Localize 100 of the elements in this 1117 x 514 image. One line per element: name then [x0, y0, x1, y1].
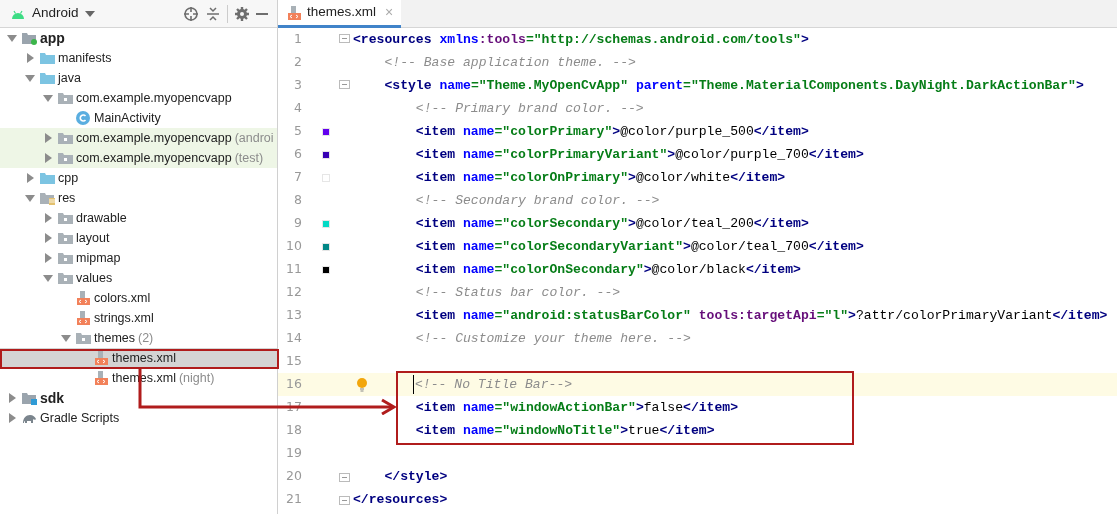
class-icon — [75, 110, 91, 126]
line-number: 11 — [285, 260, 302, 279]
xml-file-icon — [75, 290, 91, 306]
tree-item[interactable]: themes (2) — [0, 328, 277, 348]
code-text: <style name="Theme.MyOpenCvApp" parent="Theme.MaterialComponents.DayNight.DarkActionBar"> — [383, 76, 1084, 95]
line-number: 5 — [293, 122, 302, 141]
code-text: <!-- Status bar color. --> — [414, 283, 621, 302]
expand-arrow-icon[interactable] — [6, 392, 18, 404]
tree-item[interactable]: cpp — [0, 168, 277, 188]
code-text: <item name="colorPrimaryVariant">@color/purple_700</item> — [414, 145, 864, 164]
expand-arrow-icon[interactable] — [42, 132, 54, 144]
expand-arrow-icon[interactable] — [42, 252, 54, 264]
fold-marker-icon[interactable] — [338, 34, 350, 45]
caret-icon — [84, 10, 95, 17]
expand-arrow-icon[interactable] — [42, 212, 54, 224]
code-text: <!-- Primary brand color. --> — [414, 99, 644, 118]
fold-marker-icon[interactable] — [338, 80, 350, 91]
xml-file-icon — [75, 310, 91, 326]
expand-arrow-icon[interactable] — [6, 412, 18, 424]
line-number: 20 — [285, 467, 302, 486]
tree-item[interactable]: app — [0, 28, 277, 48]
tree-item[interactable]: manifests — [0, 48, 277, 68]
code-text: <item name="colorPrimary">@color/purple_500</item> — [414, 122, 809, 141]
expand-arrow-icon[interactable] — [42, 272, 54, 284]
color-swatch[interactable] — [322, 265, 330, 274]
minimize-icon — [256, 12, 268, 15]
code-text: <item name="colorOnPrimary">@color/white</item> — [414, 168, 786, 187]
item-annotation: (night) — [178, 369, 215, 387]
editor-tab[interactable]: themes.xml × — [278, 0, 402, 28]
expand-arrow-icon[interactable] — [24, 192, 36, 204]
tree-item[interactable]: com.example.myopencvapp (test) — [0, 148, 277, 168]
folder-icon — [57, 270, 73, 286]
tree-item[interactable]: Gradle Scripts — [0, 408, 277, 428]
folder-icon — [57, 150, 73, 166]
code-text: </style> — [383, 467, 448, 486]
expand-arrow-icon[interactable] — [42, 152, 54, 164]
line-number: 12 — [285, 283, 302, 302]
tree-item[interactable]: layout — [0, 228, 277, 248]
line-number: 9 — [293, 214, 302, 233]
expand-arrow-icon[interactable] — [60, 332, 72, 344]
code-text: <!-- Secondary brand color. --> — [414, 191, 660, 210]
folder-icon — [75, 330, 91, 346]
folder-icon — [57, 250, 73, 266]
xml-file-icon — [93, 370, 109, 386]
code-text: <item name="windowNoTitle">true</item> — [414, 421, 715, 440]
tree-item[interactable]: drawable — [0, 208, 277, 228]
line-number: 1 — [293, 30, 302, 49]
expand-arrow-icon[interactable] — [42, 232, 54, 244]
item-annotation: (test) — [234, 149, 264, 167]
collapse-icon — [205, 5, 221, 22]
lightbulb-icon[interactable] — [356, 376, 368, 393]
line-number: 21 — [285, 490, 302, 509]
item-annotation: (androi — [234, 129, 274, 147]
expand-arrow-icon[interactable] — [24, 172, 36, 184]
tree-item[interactable]: com.example.myopencvapp (androi — [0, 128, 277, 148]
expand-arrow-icon[interactable] — [24, 72, 36, 84]
fold-marker-icon[interactable] — [338, 494, 350, 505]
module-folder-icon — [21, 390, 37, 406]
line-number: 14 — [285, 329, 302, 348]
expand-arrow-icon[interactable] — [42, 92, 54, 104]
tree-item[interactable]: strings.xml — [0, 308, 277, 328]
tree-item[interactable]: mipmap — [0, 248, 277, 268]
expand-arrow-icon[interactable] — [6, 32, 18, 44]
line-number: 8 — [293, 191, 302, 210]
code-text: </resources> — [352, 490, 448, 509]
module-folder-icon — [21, 30, 37, 46]
folder-icon — [39, 170, 55, 186]
folder-icon — [57, 90, 73, 106]
xml-file-icon — [286, 4, 302, 21]
line-number: 16 — [285, 375, 302, 394]
tree-item[interactable]: com.example.myopencvapp — [0, 88, 277, 108]
color-swatch[interactable] — [322, 127, 330, 136]
tree-item[interactable]: res — [0, 188, 277, 208]
color-swatch[interactable] — [322, 242, 330, 251]
tree-item[interactable]: java — [0, 68, 277, 88]
code-text: <!-- Base application theme. --> — [383, 53, 636, 72]
folder-icon — [57, 130, 73, 146]
line-number: 3 — [293, 76, 302, 95]
color-swatch[interactable] — [322, 219, 330, 228]
line-number: 18 — [285, 421, 302, 440]
line-number: 13 — [285, 306, 302, 325]
tree-item[interactable]: values — [0, 268, 277, 288]
code-text: <!-- No Title Bar--> — [413, 374, 573, 395]
settings-icon — [234, 5, 250, 22]
resource-folder-icon — [39, 190, 55, 206]
fold-marker-icon[interactable] — [338, 471, 350, 482]
color-swatch[interactable] — [322, 173, 330, 182]
code-text: <!-- Customize your theme here. --> — [414, 329, 691, 348]
line-number: 19 — [285, 444, 302, 463]
folder-icon — [39, 50, 55, 66]
tree-item[interactable]: MainActivity — [0, 108, 277, 128]
folder-icon — [57, 230, 73, 246]
code-text: <resources xmlns:tools="http://schemas.android.com/tools"> — [352, 30, 809, 49]
crosshair-icon — [183, 5, 199, 22]
code-text: <item name="android:statusBarColor" tools:targetApi="l">?attr/colorPrimaryVariant</item> — [414, 306, 1108, 325]
expand-arrow-icon[interactable] — [24, 52, 36, 64]
tree-item[interactable]: colors.xml — [0, 288, 277, 308]
code-text: <item name="colorSecondaryVariant">@color/teal_700</item> — [414, 237, 864, 256]
tree-item[interactable]: sdk — [0, 388, 277, 408]
color-swatch[interactable] — [322, 150, 330, 159]
